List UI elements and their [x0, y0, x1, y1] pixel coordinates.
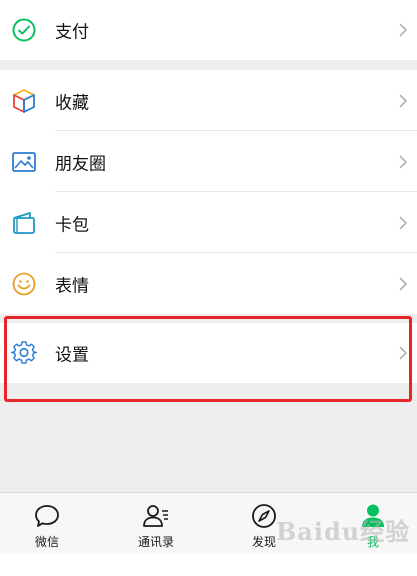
menu-item-label: 朋友圈	[55, 154, 106, 174]
sticker-smile-icon	[11, 271, 37, 297]
pay-group: 支付	[0, 0, 417, 60]
tab-label: 微信	[34, 535, 59, 549]
tab-chats[interactable]: 微信	[7, 493, 87, 555]
baidu-watermark: Baidu经验	[276, 517, 411, 546]
menu-item-label: 表情	[55, 276, 89, 296]
chevron-right-icon	[398, 215, 408, 231]
chevron-right-icon	[398, 93, 408, 109]
moments-photo-icon	[11, 149, 37, 175]
features-group: 收藏 朋友圈 卡包 表情	[0, 70, 417, 314]
tab-label: 通讯录	[137, 535, 174, 549]
compass-icon	[250, 502, 278, 530]
chat-bubble-icon	[33, 502, 61, 530]
pay-check-icon	[11, 17, 37, 43]
system-nav-bar	[0, 554, 417, 576]
chevron-right-icon	[398, 22, 408, 38]
menu-item-moments[interactable]: 朋友圈	[0, 131, 417, 192]
menu-item-pay[interactable]: 支付	[0, 0, 417, 60]
menu-item-label: 收藏	[55, 93, 89, 113]
menu-item-label: 卡包	[55, 215, 89, 235]
card-wallet-icon	[11, 210, 37, 236]
menu-item-label: 支付	[55, 22, 89, 43]
menu-item-stickers[interactable]: 表情	[0, 253, 417, 314]
chevron-right-icon	[398, 154, 408, 170]
menu-item-favorites[interactable]: 收藏	[0, 70, 417, 131]
tab-contacts[interactable]: 通讯录	[116, 493, 196, 555]
favorites-cube-icon	[11, 88, 37, 114]
chevron-right-icon	[398, 276, 408, 292]
menu-item-cards[interactable]: 卡包	[0, 192, 417, 253]
contacts-icon	[142, 502, 170, 530]
settings-highlight-box	[4, 316, 412, 402]
